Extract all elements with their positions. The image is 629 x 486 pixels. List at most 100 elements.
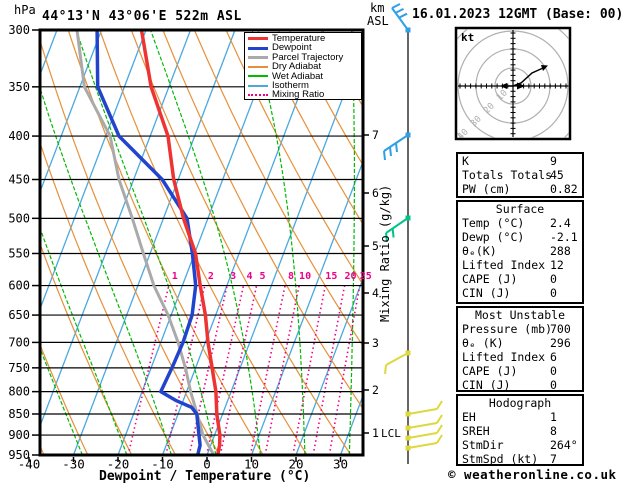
mixing-ratio-value-label: 10 [299,271,311,282]
mixing-ratio-value-label: 20 [345,271,357,282]
km-tick-label: 3 [372,336,379,350]
mixing-ratio-value-label: 25 [360,271,372,282]
pressure-tick-label: 850 [8,407,30,421]
table-row: Pressure (mb) 700 [458,322,582,336]
legend-swatch-dewpoint [248,46,268,50]
pressure-tick-label: 500 [8,211,30,225]
table-row: Lifted Index 12 [458,258,582,272]
table-row-value: 0 [550,272,557,286]
table-row: θₑ(K) 288 [458,244,582,258]
table-row: Lifted Index 6 [458,350,582,364]
hodograph-table-header: Hodograph [488,396,552,410]
table-row-value: 264° [550,438,578,452]
table-row-label: EH [462,410,476,424]
lcl-label: LCL [381,427,401,440]
surface-table: Surface Temp (°C) 2.4 Dewp (°C) -2.1 θₑ(K) 28… [456,200,584,304]
table-row-value: 1 [550,410,557,424]
table-row-label: SREH [462,424,490,438]
legend-label: Mixing Ratio [272,89,325,101]
mixing-ratio-value-label: 15 [325,271,337,282]
page-title: 44°13'N 43°06'E 522m ASL [42,9,242,24]
temp-tick-label: 30 [333,457,348,472]
temp-tick-label: -40 [18,457,41,472]
pressure-tick-label: 750 [8,361,30,375]
mixing-ratio-axis-label: Mixing Ratio (g/kg) [378,184,392,322]
table-row-value: 0 [550,286,557,300]
pressure-tick-label: 400 [8,129,30,143]
pressure-tick-label: 350 [8,80,30,94]
legend-item: Mixing Ratio [248,90,361,99]
mixing-ratio-value-label: 3 [230,271,236,282]
table-row: CIN (J) 0 [458,286,582,300]
table-row: θₑ (K) 296 [458,336,582,350]
table-row: SREH 8 [458,424,582,438]
table-row-label: CIN (J) [462,378,511,392]
indices-rows: K 9 Totals Totals 45 PW (cm) 0.82 [458,154,582,196]
table-row-label: Lifted Index [462,258,546,272]
pressure-tick-label: 600 [8,279,30,293]
table-row: EH 1 [458,410,582,424]
mixing-ratio-value-label: 1 [172,271,178,282]
table-row-value: 2.4 [550,216,571,230]
legend-swatch-isotherm [248,84,268,87]
table-row-value: 7 [550,452,557,466]
datetime-label: 16.01.2023 12GMT (Base: 00) [412,7,624,22]
pressure-tick-label: 900 [8,428,30,442]
legend-swatch-mixing-ratio [248,94,268,97]
table-row: CIN (J) 0 [458,378,582,392]
pressure-tick-label: 550 [8,246,30,260]
table-row: CAPE (J) 0 [458,364,582,378]
table-row: Totals Totals 45 [458,168,582,182]
table-row-label: Dewp (°C) [462,230,525,244]
legend-swatch-dry-adiabat [248,65,268,68]
legend-swatch-wet-adiabat [248,75,268,78]
mixing-ratio-value-label: 8 [288,271,294,282]
table-row-label: CIN (J) [462,286,511,300]
temp-tick-label: -30 [62,457,85,472]
km-tick-label: 1 [372,426,379,440]
hodograph-unit-label: kt [461,31,475,44]
most-unstable-rows: Pressure (mb) 700 θₑ (K) 296 Lifted Index 6 CA… [458,322,582,392]
table-row-label: θₑ(K) [462,244,497,258]
table-row: Dewp (°C) -2.1 [458,230,582,244]
wind-barbs [383,3,443,464]
altitude-unit-asl: ASL [367,14,389,28]
mixing-ratio-value-label: 5 [260,271,266,282]
table-row-label: CAPE (J) [462,272,518,286]
table-row-value: 296 [550,336,571,350]
hodograph-rows: EH 1 SREH 8 StmDir 264° StmSpd (kt) 7 [458,410,582,466]
table-row-value: 45 [550,168,564,182]
table-row: K9 [458,154,582,168]
pressure-tick-label: 800 [8,385,30,399]
table-row-label: θₑ (K) [462,336,504,350]
mixing-ratio-value-label: 4 [247,271,253,282]
table-row: StmSpd (kt) 7 [458,452,582,466]
hodograph-table: Hodograph EH 1 SREH 8 StmDir 264° StmSpd (kt) 7 [456,394,584,466]
table-row-value: 8 [550,424,557,438]
table-row: CAPE (J) 0 [458,272,582,286]
mixing-ratio-value-labels: 1 2 3 4 5 8 10 15 20 25 [172,271,372,282]
table-row-value: 9 [550,154,557,168]
table-row-value: 6 [550,350,557,364]
table-row-value: 700 [550,322,571,336]
mixing-ratio-value-label: 2 [208,271,214,282]
table-row: StmDir 264° [458,438,582,452]
table-row-label: Totals Totals [462,168,553,182]
altitude-unit-km: km [370,1,385,15]
km-tick-label: 2 [372,383,379,397]
surface-rows: Temp (°C) 2.4 Dewp (°C) -2.1 θₑ(K) 288 Lifted … [458,216,582,300]
table-row-label: Pressure (mb) [462,322,553,336]
table-row-label: K [462,154,469,168]
skewt-sounding-page: 300 350 400 450 500 550 600 650 700 750 800 850 900 9… [0,0,629,486]
table-row-label: PW (cm) [462,182,511,196]
table-row-label: StmSpd (kt) [462,452,539,466]
table-row: Temp (°C) 2.4 [458,216,582,230]
table-row-value: 0.82 [550,182,578,196]
pressure-tick-label: 300 [8,23,30,37]
pressure-tick-label: 450 [8,172,30,186]
pressure-tick-label: 700 [8,335,30,349]
legend-swatch-temperature [248,37,268,41]
table-row-value: 12 [550,258,564,272]
table-row-label: CAPE (J) [462,364,518,378]
surface-table-header: Surface [495,202,545,216]
